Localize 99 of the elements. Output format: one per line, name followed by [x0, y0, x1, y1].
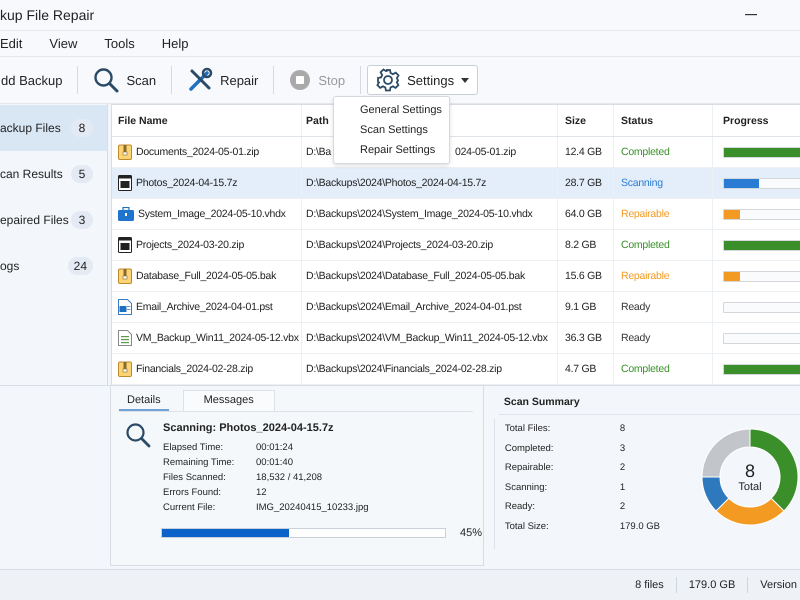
add-button[interactable]: dd Backup [0, 65, 72, 96]
table-cell: Projects_2024-03-20.zip [136, 239, 244, 252]
count-badge: 3 [71, 211, 93, 230]
table-cell: Ready [614, 323, 713, 354]
table-cell: 15.6 GB [558, 261, 614, 292]
status-text: Version [760, 579, 797, 592]
field-value: 2 [620, 462, 626, 474]
field-label: Completed: [504, 442, 554, 454]
tab[interactable]: Details [119, 390, 169, 412]
field-label: Repairable: [504, 462, 554, 474]
minimize-icon[interactable] [745, 14, 757, 16]
table-cell: D:\Backups\2024\Database_Full_2024-05-05.bak [306, 270, 525, 282]
caret-icon [461, 78, 470, 83]
table-cell: Photos_2024-04-15.7z [136, 177, 238, 190]
sidebar-item[interactable]: ogs 24 [0, 243, 107, 290]
table-cell: D:\Backups\2024\Photos_2024-04-15.7z [306, 177, 486, 190]
search-icon [93, 67, 120, 94]
count-badge: 5 [71, 165, 93, 184]
donut-total: 8 [744, 461, 755, 482]
menu-item[interactable]: Help [162, 36, 188, 52]
column-header[interactable]: File Name [112, 105, 302, 136]
field-value: 3 [620, 442, 626, 454]
field-value: IMG_20240415_10233.jpg [256, 502, 369, 514]
table-cell: 36.3 GB [558, 323, 614, 354]
table-cell: 64.0 GB [558, 199, 614, 230]
field-value: 8 [620, 423, 626, 434]
sidebar-item[interactable]: epaired Files 3 [0, 197, 107, 244]
count-badge: 24 [68, 257, 93, 276]
briefcase-icon [118, 207, 134, 222]
table-cell: Repairable [614, 199, 713, 230]
table-cell: Database_Full_2024-05-05.bak [136, 270, 276, 282]
tab[interactable]: Messages [182, 390, 275, 412]
field-label: Current File: [163, 502, 216, 514]
menu-item[interactable]: Repair Settings [334, 140, 449, 160]
table-cell: System_Image_2024-05-10.vhdx [138, 208, 286, 220]
table-cell: D:\Backups\2024\Projects_2024-03-20.zip [306, 239, 493, 252]
table-cell: 9.1 GB [558, 292, 614, 322]
table-cell: Ready [614, 292, 713, 322]
table-cell: Email_Archive_2024-04-01.pst [136, 301, 273, 314]
column-header[interactable]: Progress [713, 105, 800, 136]
scan-button[interactable]: Scan [84, 65, 166, 96]
table-cell: Completed [614, 354, 713, 384]
field-label: Errors Found: [163, 487, 222, 498]
window-title: kup File Repair [0, 6, 94, 23]
scan-heading: Scanning: Photos_2024-04-15.7z [163, 422, 335, 434]
field-label: Ready: [504, 501, 536, 512]
settings-button[interactable]: Settings [367, 65, 478, 96]
sidebar-item[interactable]: can Results 5 [0, 151, 107, 198]
field-label: Remaining Time: [163, 457, 236, 468]
field-value: 1 [620, 482, 626, 493]
repair-button[interactable]: Repair [178, 65, 268, 96]
wrench-screwdriver-icon [187, 67, 214, 94]
table-cell: 4.7 GB [558, 354, 614, 384]
table-cell: 28.7 GB [558, 168, 614, 198]
table-cell: 12.4 GB [558, 137, 614, 168]
field-label: Total Files: [504, 423, 552, 434]
status-text: 8 files [635, 579, 664, 592]
table-cell: Repairable [614, 261, 713, 292]
table-cell: 8.2 GB [558, 230, 614, 260]
table-cell-text: 024-05-01.zip [455, 145, 516, 160]
field-value: 179.0 GB [620, 520, 660, 532]
table-cell: Documents_2024-05-01.zip [136, 146, 259, 158]
search-icon [125, 422, 151, 448]
count-badge: 8 [71, 119, 93, 138]
menu-item[interactable]: Tools [104, 36, 135, 52]
table-cell: D:\Backups\2024\System_Image_2024-05-10.vhdx [306, 208, 533, 220]
table-cell: Scanning [614, 168, 713, 198]
field-value: 2 [620, 501, 626, 512]
table-cell: D:\Ba [306, 146, 332, 158]
field-label: Files Scanned: [163, 472, 227, 484]
menu-item[interactable]: Edit [0, 36, 22, 52]
menu-item[interactable]: General Settings [334, 100, 449, 120]
field-label: Scanning: [504, 482, 548, 493]
field-label: Elapsed Time: [163, 442, 224, 454]
document-icon [118, 330, 132, 346]
table-cell: Completed [614, 137, 713, 168]
donut-label: Total [738, 481, 762, 494]
field-value: 00:01:24 [256, 442, 293, 454]
menu-item[interactable]: View [49, 36, 78, 52]
table-cell: Financials_2024-02-28.zip [136, 363, 253, 376]
field-label: Total Size: [504, 520, 550, 532]
table-cell: Completed [614, 230, 713, 260]
progress-percent: 45% [460, 527, 482, 540]
field-value: 00:01:40 [256, 457, 293, 468]
table-cell: D:\Backups\2024\Financials_2024-02-28.zip [306, 363, 502, 376]
stop-icon [289, 69, 312, 92]
table-cell: D:\Backups\2024\VM_Backup_Win11_2024-05-12.vbx [306, 332, 548, 344]
table-cell: VM_Backup_Win11_2024-05-12.vbx [136, 332, 299, 344]
sidebar-item[interactable]: ackup Files 8 [0, 105, 107, 152]
email-file-icon [118, 299, 132, 316]
column-header[interactable]: Size [558, 105, 614, 136]
status-text: 179.0 GB [688, 579, 736, 592]
table-cell: D:\Backups\2024\Email_Archive_2024-04-01.pst [306, 301, 522, 314]
panel-title: Scan Summary [498, 394, 800, 416]
field-value: 12 [256, 487, 267, 498]
column-header[interactable]: Status [614, 105, 713, 136]
field-value: 18,532 / 41,208 [256, 472, 322, 484]
settings-icon [376, 68, 400, 92]
menu-item[interactable]: Scan Settings [334, 120, 449, 140]
